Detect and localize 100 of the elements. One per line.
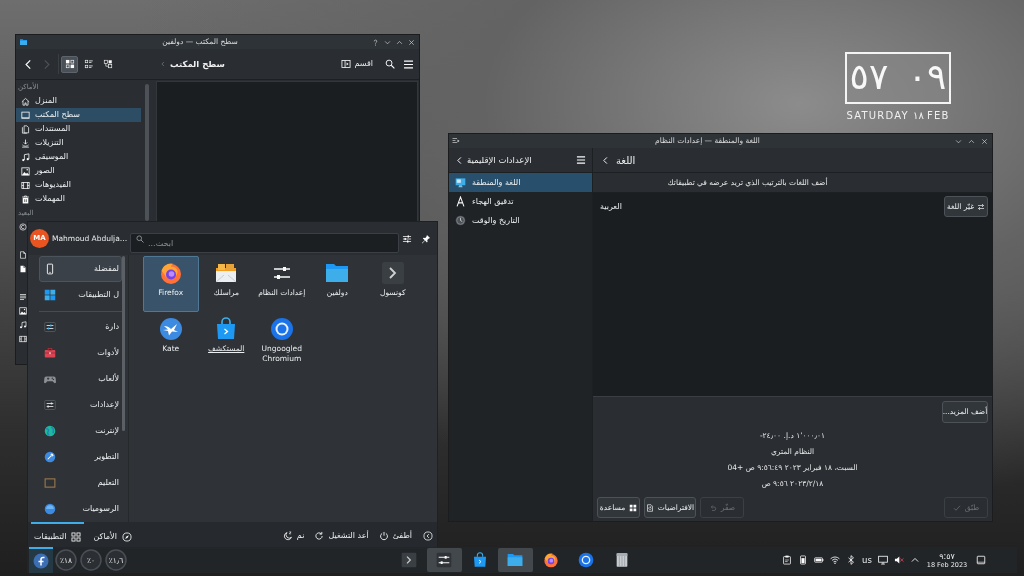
clock-icon: [455, 215, 466, 226]
places-item[interactable]: المهملات: [16, 192, 141, 206]
spellcheck-icon: [455, 196, 466, 207]
download-icon: [21, 138, 30, 148]
category-item[interactable]: الرسوميات: [39, 496, 122, 522]
sidebar-title: الإعدادات الإقليمية: [467, 153, 532, 167]
taskbar-button[interactable]: [497, 548, 533, 572]
restart-icon: [314, 530, 325, 541]
search-icon[interactable]: [385, 59, 395, 69]
scrollbar[interactable]: [122, 256, 125, 431]
power-action-button[interactable]: أعد التشغيل: [311, 524, 372, 547]
sleep-icon: [282, 530, 293, 541]
settings-module-item[interactable]: تدقيق الهجاء: [449, 192, 592, 211]
category-item[interactable]: التطوير: [39, 444, 122, 470]
chalkboard-icon: [44, 477, 56, 489]
power-action-button[interactable]: أطفئ: [375, 524, 415, 547]
places-item[interactable]: سطح المكتب: [16, 108, 141, 122]
clock-time: ٠٩ ٥٧: [845, 52, 951, 104]
taskbar-button[interactable]: [426, 548, 462, 572]
clipboard-icon[interactable]: [782, 555, 792, 565]
firefox-icon: [542, 552, 559, 568]
minimize-icon[interactable]: [384, 38, 391, 46]
category-item[interactable]: التعليم: [39, 470, 122, 496]
places-item[interactable]: التنزيلات: [16, 136, 141, 150]
shopping-bag-icon: [471, 552, 488, 568]
phone-icon: [44, 263, 56, 275]
split-button[interactable]: اقسم: [339, 58, 375, 70]
terminal-icon: [380, 261, 405, 285]
music-note-icon: [19, 321, 27, 329]
system-panel-icon: [44, 321, 56, 333]
display-icon[interactable]: [878, 555, 888, 565]
keyboard-layout[interactable]: us: [862, 553, 872, 567]
wifi-icon[interactable]: [830, 555, 840, 565]
settings-module-item[interactable]: اللغة والمنطقة: [449, 173, 592, 192]
maximize-icon[interactable]: [968, 137, 975, 145]
places-item[interactable]: [16, 220, 27, 234]
show-desktop-icon[interactable]: [976, 555, 986, 565]
window-menu-icon[interactable]: [452, 137, 460, 145]
start-logo-icon: [33, 553, 49, 569]
menu-icon[interactable]: [403, 58, 414, 70]
kate-icon: [158, 317, 183, 341]
search-field[interactable]: ابحث...: [130, 233, 399, 253]
places-item[interactable]: الفيديوهات: [16, 178, 141, 192]
region-icon: [455, 177, 466, 188]
category-item[interactable]: لإنترنت: [39, 418, 122, 444]
globe-icon: [44, 425, 56, 437]
development-icon: [44, 451, 56, 463]
chevron-icon[interactable]: [455, 155, 464, 165]
breadcrumb-item[interactable]: سطح المكتب: [170, 57, 225, 71]
minimize-icon[interactable]: [955, 137, 962, 145]
mail-icon: [214, 261, 239, 285]
taskbar-time[interactable]: ٩:٥٧: [939, 551, 955, 561]
volume-muted-icon[interactable]: [894, 555, 904, 565]
pin-icon[interactable]: [421, 233, 431, 244]
power-action-button[interactable]: نم: [279, 524, 308, 547]
chevron-icon[interactable]: [601, 155, 610, 165]
language-name[interactable]: العربية: [600, 200, 622, 213]
view-mode-button[interactable]: [61, 55, 78, 73]
icon-view-icon: [64, 59, 75, 69]
close-icon[interactable]: [981, 137, 988, 145]
category-item[interactable]: دارة: [39, 314, 122, 340]
swap-icon: [977, 202, 986, 211]
start-button[interactable]: [29, 547, 53, 573]
bluetooth-icon[interactable]: [846, 555, 856, 565]
firefox-icon: [158, 261, 183, 285]
help-icon[interactable]: [372, 38, 379, 46]
toolbox-icon: [44, 347, 56, 359]
music-note-icon: [21, 152, 30, 162]
settings-module-item[interactable]: التاريخ والوقت: [449, 211, 592, 230]
places-item[interactable]: المنزل: [16, 94, 141, 108]
undo-icon: [708, 503, 717, 512]
device-icon[interactable]: [798, 555, 808, 565]
film-icon: [21, 180, 30, 190]
clock-date: SATURDAY ١٨ FEB: [846, 110, 950, 122]
places-item[interactable]: المستندات: [16, 122, 141, 136]
picture-icon: [21, 166, 30, 176]
places-item[interactable]: [16, 304, 27, 318]
category-item[interactable]: لإعدادات: [39, 392, 122, 418]
places-item[interactable]: الصور: [16, 164, 141, 178]
category-item[interactable]: لمفضلة: [39, 256, 122, 282]
home-icon: [21, 96, 30, 106]
menu-icon[interactable]: [576, 155, 586, 165]
category-item[interactable]: ل التطبيقات: [39, 282, 122, 308]
battery-icon[interactable]: [814, 555, 824, 565]
maximize-icon[interactable]: [396, 38, 403, 46]
monitor-icon: [21, 110, 30, 120]
more-options-icon[interactable]: [423, 530, 433, 541]
folder-icon: [325, 261, 350, 285]
settings-sliders-icon: [436, 552, 453, 568]
scrollbar[interactable]: [145, 84, 149, 221]
chevron-icon: [160, 61, 166, 67]
launcher-tab[interactable]: الأماكن: [90, 522, 135, 549]
page-title: اللغة: [616, 153, 636, 168]
places-item[interactable]: الموسيقى: [16, 150, 141, 164]
power-icon: [378, 530, 389, 541]
close-icon[interactable]: [408, 38, 415, 46]
configure-icon[interactable]: [402, 233, 412, 244]
category-item[interactable]: لأدوات: [39, 340, 122, 366]
category-item[interactable]: لألعاب: [39, 366, 122, 392]
help-grid-icon: [629, 503, 638, 512]
